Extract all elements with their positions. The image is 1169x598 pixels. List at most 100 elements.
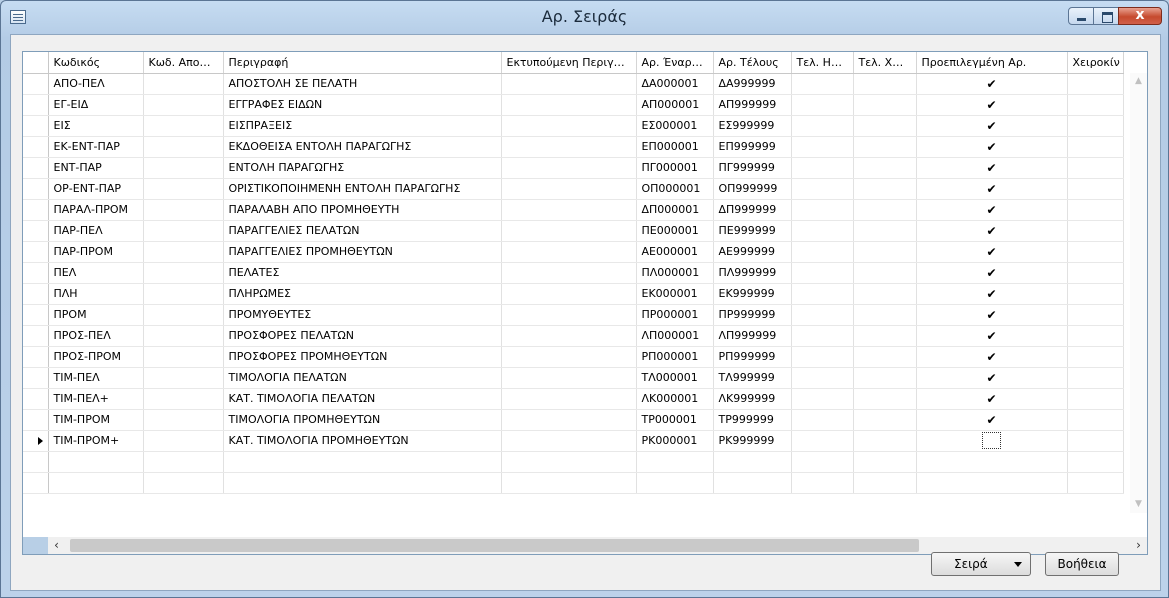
cell-start[interactable]: ΡΠ000001 [636,346,714,368]
cell-empty[interactable] [636,451,714,473]
cell-empty[interactable] [143,409,224,431]
default-checkbox-cell[interactable]: ✔ [916,73,1068,95]
row-selector[interactable] [23,325,49,347]
default-checkbox-cell[interactable]: ✔ [916,136,1068,158]
cell-code[interactable]: ΠΛΗ [48,283,144,305]
unchecked-checkbox-icon[interactable] [982,432,1001,449]
cell-empty[interactable] [1067,199,1124,221]
cell-empty[interactable] [1067,115,1124,137]
cell-empty[interactable] [143,451,224,473]
cell-empty[interactable] [713,451,792,473]
cell-empty[interactable] [853,178,917,200]
cell-empty[interactable] [143,178,224,200]
cell-empty[interactable] [853,115,917,137]
cell-start[interactable]: ΤΡ000001 [636,409,714,431]
cell-empty[interactable] [143,220,224,242]
cell-code[interactable]: ΤΙΜ-ΠΕΛ+ [48,388,144,410]
cell-code[interactable]: ΟΡ-ΕΝΤ-ΠΑΡ [48,178,144,200]
cell-end[interactable]: ΡΠ999999 [713,346,792,368]
table-row[interactable]: ΤΙΜ-ΠΡΟΜ ΤΙΜΟΛΟΓΙΑ ΠΡΟΜΗΘΕΥΤΩΝ ΤΡ000001 ΤΡ9… [23,409,1124,431]
default-checkbox-cell[interactable]: ✔ [916,115,1068,137]
cell-empty[interactable] [853,430,917,452]
cell-code[interactable]: ΠΕΛ [48,262,144,284]
cell-desc[interactable]: ΚΑΤ. ΤΙΜΟΛΟΓΙΑ ΠΡΟΜΗΘΕΥΤΩΝ [223,430,502,452]
cell-empty[interactable] [791,262,854,284]
cell-empty[interactable] [143,73,224,95]
cell-start[interactable]: ΛΚ000001 [636,388,714,410]
default-checkbox-cell[interactable]: ✔ [916,304,1068,326]
cell-code[interactable]: ΑΠΟ-ΠΕΛ [48,73,144,95]
cell-empty[interactable] [223,451,502,473]
cell-empty[interactable] [143,115,224,137]
empty-row[interactable] [23,472,1124,494]
cell-empty[interactable] [791,451,854,473]
cell-end[interactable]: ΠΓ999999 [713,157,792,179]
cell-empty[interactable] [791,283,854,305]
cell-empty[interactable] [143,367,224,389]
cell-desc[interactable]: ΕΙΣΠΡΑΞΕΙΣ [223,115,502,137]
cell-empty[interactable] [501,304,637,326]
cell-empty[interactable] [143,262,224,284]
default-checkbox-cell[interactable]: ✔ [916,157,1068,179]
horizontal-scroll-thumb[interactable] [70,539,919,552]
cell-desc[interactable]: ΟΡΙΣΤΙΚΟΠΟΙΗΜΕΝΗ ΕΝΤΟΛΗ ΠΑΡΑΓΩΓΗΣ [223,178,502,200]
cell-empty[interactable] [1067,325,1124,347]
column-header[interactable]: Κωδικός [48,52,144,74]
cell-empty[interactable] [1067,388,1124,410]
cell-code[interactable]: ΠΑΡ-ΠΕΛ [48,220,144,242]
cell-empty[interactable] [501,178,637,200]
row-selector[interactable] [23,304,49,326]
cell-empty[interactable] [143,241,224,263]
cell-empty[interactable] [1067,241,1124,263]
cell-empty[interactable] [143,304,224,326]
column-header[interactable]: Εκτυπούμενη Περιγ… [501,52,637,74]
row-selector[interactable] [23,451,49,473]
cell-empty[interactable] [1067,94,1124,116]
cell-empty[interactable] [853,73,917,95]
row-selector[interactable] [23,94,49,116]
cell-empty[interactable] [853,388,917,410]
row-selector[interactable] [23,262,49,284]
cell-empty[interactable] [791,409,854,431]
table-row[interactable]: ΕΚ-ΕΝΤ-ΠΑΡ ΕΚΔΟΘΕΙΣΑ ΕΝΤΟΛΗ ΠΑΡΑΓΩΓΗΣ ΕΠ00… [23,136,1124,158]
column-header[interactable]: Αρ. Έναρ… [636,52,714,74]
table-row[interactable]: ΠΡΟΣ-ΠΕΛ ΠΡΟΣΦΟΡΕΣ ΠΕΛΑΤΩΝ ΛΠ000001 ΛΠ99999… [23,325,1124,347]
cell-end[interactable]: ΛΠ999999 [713,325,792,347]
table-row[interactable]: ΠΑΡΑΛ-ΠΡΟΜ ΠΑΡΑΛΑΒΗ ΑΠΟ ΠΡΟΜΗΘΕΥΤΗ ΔΠ00000… [23,199,1124,221]
maximize-button[interactable] [1093,7,1119,25]
cell-empty[interactable] [853,262,917,284]
row-selector[interactable] [23,199,49,221]
row-selector[interactable] [23,472,49,494]
cell-desc[interactable]: ΕΚΔΟΘΕΙΣΑ ΕΝΤΟΛΗ ΠΑΡΑΓΩΓΗΣ [223,136,502,158]
cell-empty[interactable] [1067,346,1124,368]
cell-empty[interactable] [853,157,917,179]
cell-desc[interactable]: ΠΑΡΑΛΑΒΗ ΑΠΟ ΠΡΟΜΗΘΕΥΤΗ [223,199,502,221]
cell-desc[interactable]: ΕΓΓΡΑΦΕΣ ΕΙΔΩΝ [223,94,502,116]
cell-end[interactable]: ΑΕ999999 [713,241,792,263]
cell-desc[interactable]: ΕΝΤΟΛΗ ΠΑΡΑΓΩΓΗΣ [223,157,502,179]
row-selector[interactable] [23,346,49,368]
table-row[interactable]: ΠΡΟΣ-ΠΡΟΜ ΠΡΟΣΦΟΡΕΣ ΠΡΟΜΗΘΕΥΤΩΝ ΡΠ000001 ΡΠ… [23,346,1124,368]
cell-empty[interactable] [143,388,224,410]
table-row[interactable]: ΠΡΟΜ ΠΡΟΜΥΘΕΥΤΕΣ ΠΡ000001 ΠΡ999999 ✔ [23,304,1124,326]
cell-empty[interactable] [853,346,917,368]
cell-empty[interactable] [1067,430,1124,452]
row-selector[interactable] [23,388,49,410]
row-selector[interactable] [23,220,49,242]
cell-empty[interactable] [853,325,917,347]
cell-desc[interactable]: ΑΠΟΣΤΟΛΗ ΣΕ ΠΕΛΑΤΗ [223,73,502,95]
cell-empty[interactable] [791,199,854,221]
cell-empty[interactable] [791,346,854,368]
cell-empty[interactable] [853,199,917,221]
cell-empty[interactable] [143,325,224,347]
default-checkbox-cell[interactable]: ✔ [916,94,1068,116]
cell-empty[interactable] [1067,451,1124,473]
cell-start[interactable]: ΠΡ000001 [636,304,714,326]
cell-empty[interactable] [143,199,224,221]
column-header[interactable]: Τελ. Η… [791,52,854,74]
cell-empty[interactable] [501,388,637,410]
cell-end[interactable]: ΔΠ999999 [713,199,792,221]
cell-empty[interactable] [791,94,854,116]
cell-empty[interactable] [1067,220,1124,242]
cell-empty[interactable] [48,451,144,473]
